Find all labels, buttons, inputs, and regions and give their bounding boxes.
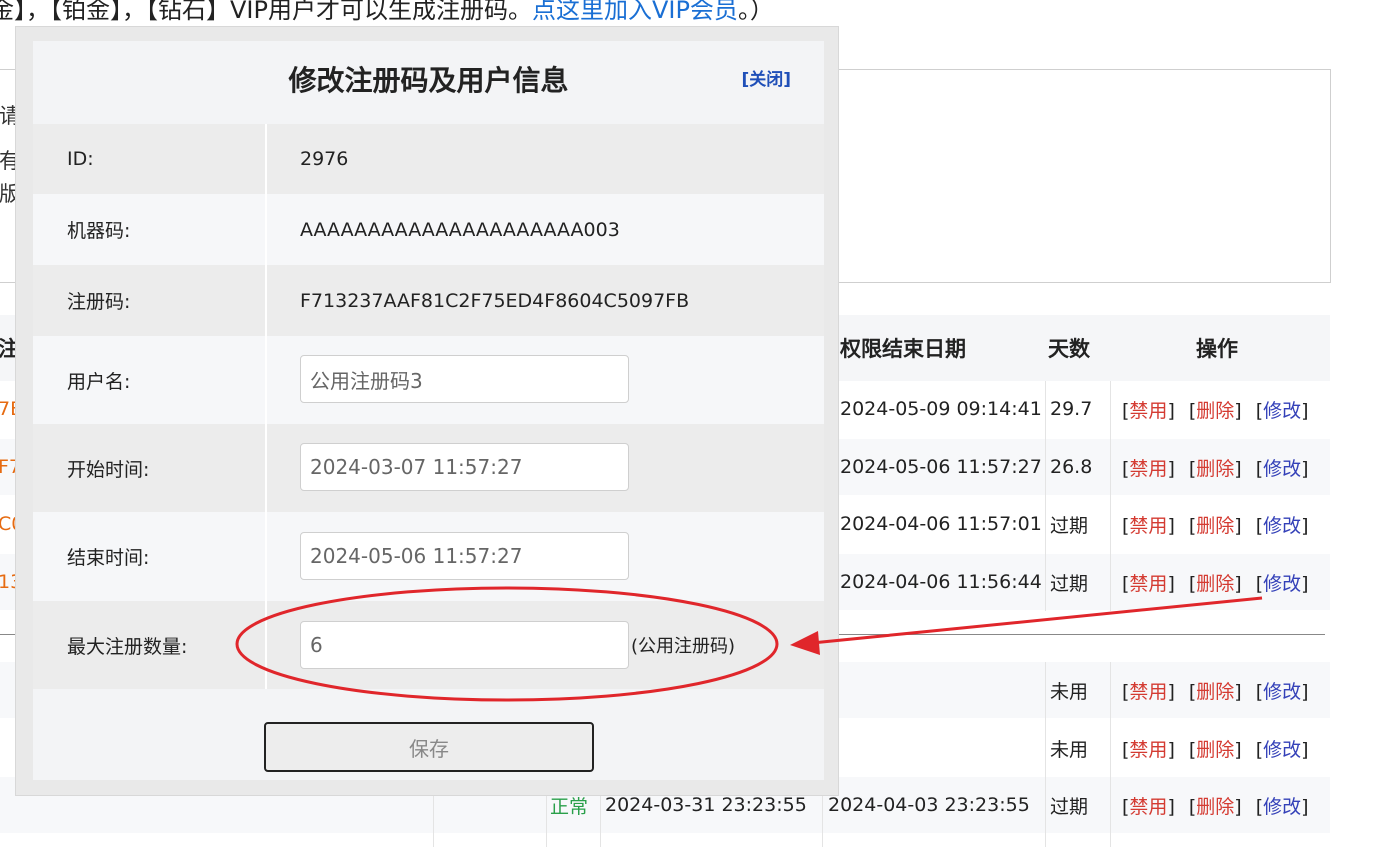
column-separator	[1045, 662, 1046, 847]
reg-code-value: F713237AAF81C2F75ED4F8604C5097FB	[300, 289, 690, 312]
row-days: 未用	[1050, 680, 1089, 703]
row-end: 2024-04-03 23:23:55	[828, 794, 1030, 816]
username-label: 用户名:	[67, 370, 131, 393]
row-ops: [禁用] [删除] [修改]	[1122, 720, 1323, 776]
column-separator	[1110, 381, 1111, 611]
modal-title: 修改注册码及用户信息	[288, 64, 569, 97]
row-ops: [禁用] [删除] [修改]	[1122, 439, 1323, 495]
form-row-username: 用户名:	[33, 336, 824, 424]
max-registrations-suffix: (公用注册码)	[631, 636, 736, 657]
save-button[interactable]: 保存	[264, 722, 594, 772]
id-label: ID:	[67, 148, 94, 170]
end-time-label: 结束时间:	[67, 547, 150, 569]
delete-link[interactable]: [删除]	[1189, 677, 1242, 704]
column-separator	[433, 796, 434, 847]
row-ops: [禁用] [删除] [修改]	[1122, 662, 1323, 718]
delete-link[interactable]: [删除]	[1189, 735, 1242, 762]
modal-body: 修改注册码及用户信息 [关闭] ID: 2976 机器码: AAAAAAAAAA…	[33, 41, 824, 780]
header-days: 天数	[1048, 337, 1090, 361]
column-separator	[1045, 381, 1046, 611]
row-days: 未用	[1050, 738, 1089, 761]
form-row-regcode: 注册码: F713237AAF81C2F75ED4F8604C5097FB	[33, 265, 824, 336]
row-days: 过期	[1050, 572, 1089, 595]
username-input[interactable]	[300, 355, 629, 403]
reg-code-label: 注册码:	[67, 291, 131, 313]
machine-code-label: 机器码:	[67, 220, 131, 242]
ban-link[interactable]: [禁用]	[1122, 454, 1175, 481]
form-divider	[265, 601, 267, 689]
edit-code-modal: 修改注册码及用户信息 [关闭] ID: 2976 机器码: AAAAAAAAAA…	[15, 26, 839, 796]
page-root: 金】，【铂金】，【钻石】VIP用户才可以生成注册码。点这里加入VIP会员。） 请…	[0, 0, 1390, 847]
delete-link[interactable]: [删除]	[1189, 396, 1242, 423]
row-days: 26.8	[1050, 456, 1093, 478]
edit-link[interactable]: [修改]	[1256, 792, 1309, 819]
vip-notice: 金】，【铂金】，【钻石】VIP用户才可以生成注册码。点这里加入VIP会员。）	[0, 0, 774, 28]
header-ops: 操作	[1196, 337, 1238, 361]
row-ops: [禁用] [删除] [修改]	[1122, 777, 1323, 833]
start-time-input[interactable]	[300, 443, 629, 491]
row-end: 2024-04-06 11:57:01	[840, 513, 1042, 535]
delete-link[interactable]: [删除]	[1189, 454, 1242, 481]
header-end-date: 权限结束日期	[840, 337, 966, 361]
max-registrations-label: 最大注册数量:	[67, 635, 188, 658]
edit-link[interactable]: [修改]	[1256, 677, 1309, 704]
vip-notice-text: 金】，【铂金】，【钻石】VIP用户才可以生成注册码。	[0, 0, 532, 24]
edit-link[interactable]: [修改]	[1256, 396, 1309, 423]
form-divider	[265, 336, 267, 424]
row-days: 29.7	[1050, 398, 1093, 420]
form-row-machine: 机器码: AAAAAAAAAAAAAAAAAAAAA003	[33, 194, 824, 265]
form-divider	[265, 124, 267, 194]
ban-link[interactable]: [禁用]	[1122, 677, 1175, 704]
edit-link[interactable]: [修改]	[1256, 569, 1309, 596]
column-separator	[546, 796, 547, 847]
row-end: 2024-04-06 11:56:44	[840, 571, 1042, 593]
form-divider	[265, 512, 267, 601]
delete-link[interactable]: [删除]	[1189, 511, 1242, 538]
row-ops: [禁用] [删除] [修改]	[1122, 381, 1323, 437]
join-vip-link[interactable]: 点这里加入VIP会员	[532, 0, 738, 24]
max-registrations-input[interactable]	[300, 621, 629, 669]
form-row-start: 开始时间:	[33, 424, 824, 512]
row-end: 2024-05-09 09:14:41	[840, 398, 1042, 420]
end-time-input[interactable]	[300, 532, 629, 580]
edit-link[interactable]: [修改]	[1256, 454, 1309, 481]
edit-link[interactable]: [修改]	[1256, 511, 1309, 538]
ban-link[interactable]: [禁用]	[1122, 511, 1175, 538]
row-end: 2024-05-06 11:57:27	[840, 456, 1042, 478]
ban-link[interactable]: [禁用]	[1122, 396, 1175, 423]
ban-link[interactable]: [禁用]	[1122, 569, 1175, 596]
machine-code-value: AAAAAAAAAAAAAAAAAAAAA003	[300, 218, 620, 241]
edit-link[interactable]: [修改]	[1256, 735, 1309, 762]
delete-link[interactable]: [删除]	[1189, 792, 1242, 819]
ban-link[interactable]: [禁用]	[1122, 792, 1175, 819]
column-separator	[1110, 662, 1111, 847]
form-divider	[265, 265, 267, 336]
form-divider	[265, 424, 267, 512]
vip-notice-suffix: 。）	[737, 0, 774, 24]
row-ops: [禁用] [删除] [修改]	[1122, 496, 1323, 552]
start-time-label: 开始时间:	[67, 458, 150, 481]
ban-link[interactable]: [禁用]	[1122, 735, 1175, 762]
row-days: 过期	[1050, 514, 1089, 537]
form-row-end: 结束时间:	[33, 512, 824, 601]
form-row-id: ID: 2976	[33, 124, 824, 194]
row-days: 过期	[1050, 795, 1089, 818]
form-row-max: 最大注册数量: (公用注册码)	[33, 601, 824, 689]
row-ops: [禁用] [删除] [修改]	[1122, 554, 1323, 610]
close-button[interactable]: [关闭]	[741, 65, 791, 90]
id-value: 2976	[300, 148, 349, 170]
delete-link[interactable]: [删除]	[1189, 569, 1242, 596]
form-divider	[265, 194, 267, 265]
